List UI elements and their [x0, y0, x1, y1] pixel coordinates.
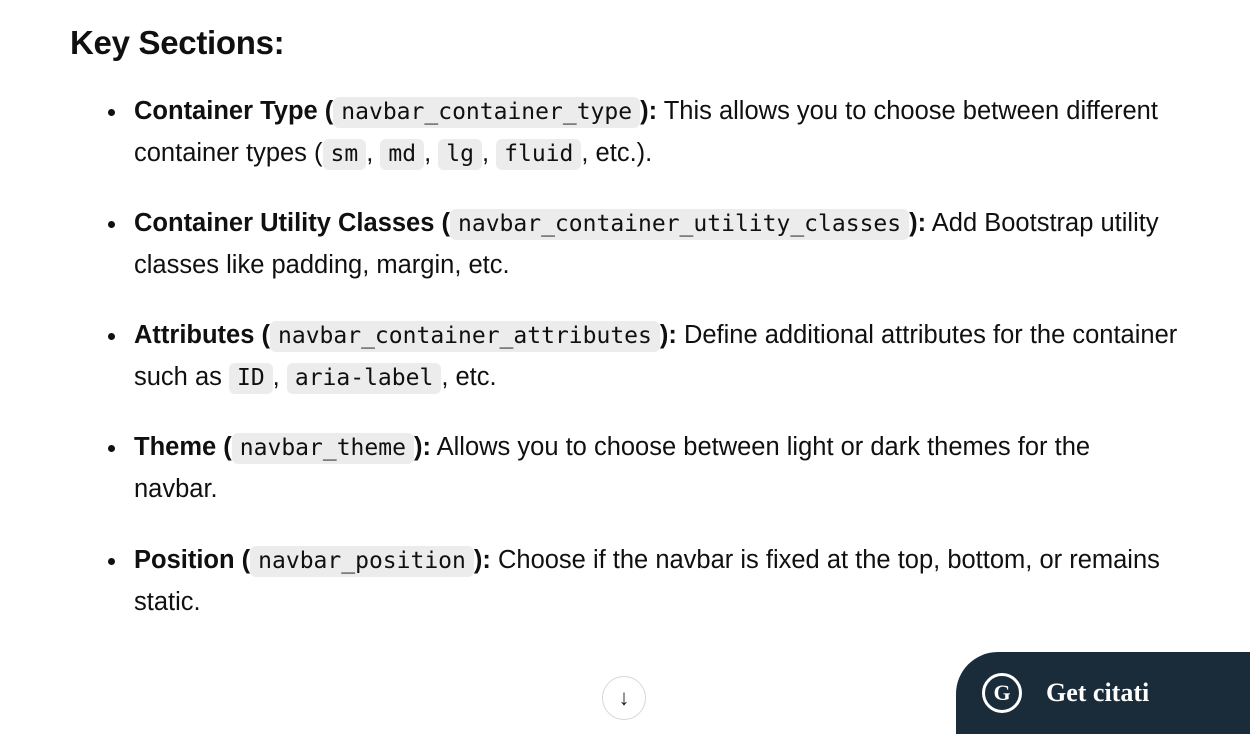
- param-code: navbar_theme: [232, 433, 414, 464]
- list-item: Theme (navbar_theme): Allows you to choo…: [128, 426, 1180, 510]
- inline-code: fluid: [496, 139, 581, 170]
- param-code: navbar_position: [250, 546, 474, 577]
- list-item: Container Utility Classes (navbar_contai…: [128, 202, 1180, 286]
- citation-label: Get citati: [1046, 678, 1149, 708]
- inline-code: ID: [229, 363, 273, 394]
- arrow-down-icon: ↓: [619, 685, 630, 711]
- key-sections-list: Container Type (navbar_container_type): …: [70, 90, 1180, 623]
- item-title-text: Theme: [134, 433, 216, 461]
- item-title-text: Position: [134, 546, 235, 574]
- inline-code: lg: [438, 139, 482, 170]
- citation-logo-icon: G: [982, 673, 1022, 713]
- item-title-text: Container Type: [134, 97, 318, 125]
- param-code: navbar_container_utility_classes: [450, 209, 909, 240]
- item-desc-tail: , etc.).: [581, 139, 652, 167]
- item-title: Theme (navbar_theme):: [134, 433, 431, 461]
- item-title-text: Container Utility Classes: [134, 209, 434, 237]
- list-item: Container Type (navbar_container_type): …: [128, 90, 1180, 174]
- inline-code: sm: [323, 139, 367, 170]
- section-heading: Key Sections:: [70, 24, 1180, 62]
- item-title: Container Type (navbar_container_type):: [134, 97, 657, 125]
- item-title: Attributes (navbar_container_attributes)…: [134, 321, 677, 349]
- inline-code: aria-label: [287, 363, 441, 394]
- item-title-text: Attributes: [134, 321, 254, 349]
- item-desc-tail: , etc.: [441, 363, 496, 391]
- list-item: Attributes (navbar_container_attributes)…: [128, 314, 1180, 398]
- item-title: Position (navbar_position):: [134, 546, 491, 574]
- scroll-down-button[interactable]: ↓: [602, 676, 646, 720]
- item-title: Container Utility Classes (navbar_contai…: [134, 209, 926, 237]
- inline-code: md: [380, 139, 424, 170]
- get-citation-button[interactable]: G Get citati: [956, 652, 1250, 734]
- document-page: Key Sections: Container Type (navbar_con…: [0, 0, 1250, 623]
- list-item: Position (navbar_position): Choose if th…: [128, 539, 1180, 623]
- param-code: navbar_container_attributes: [270, 321, 660, 352]
- param-code: navbar_container_type: [333, 97, 640, 128]
